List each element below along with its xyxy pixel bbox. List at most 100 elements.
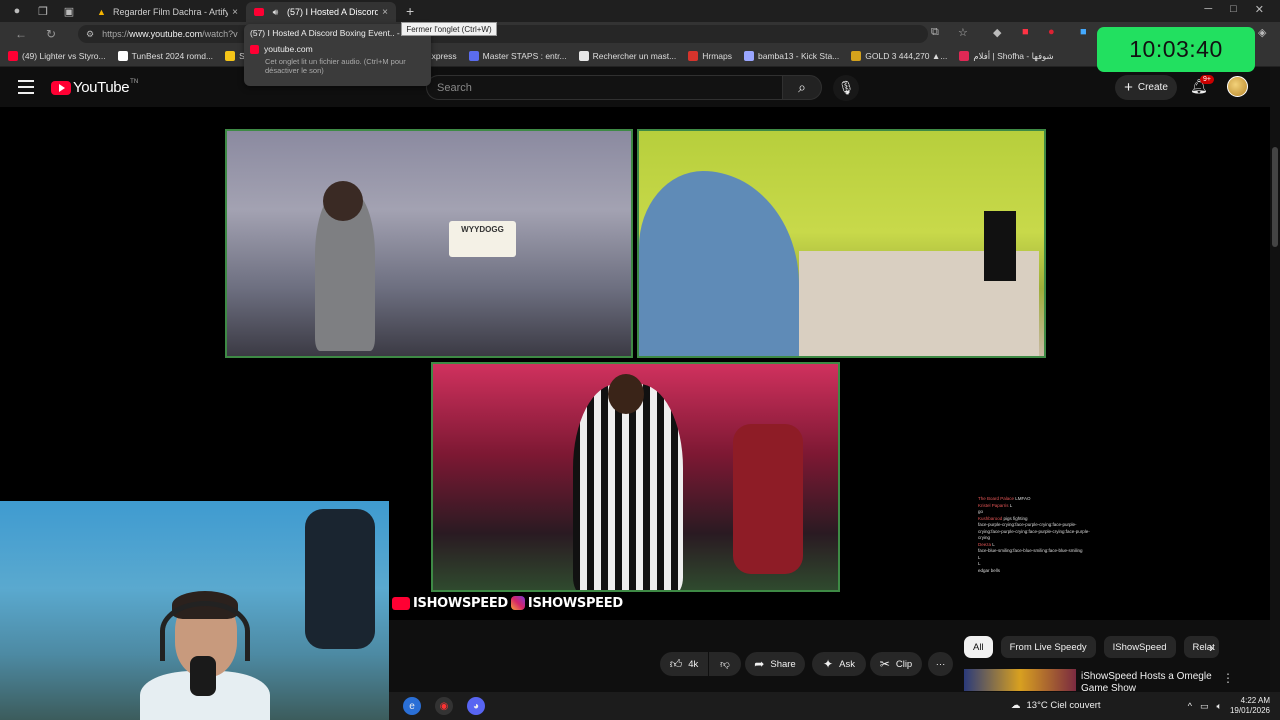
ask-pill[interactable]: ✦ Ask bbox=[812, 652, 866, 676]
edge-icon[interactable]: e bbox=[403, 697, 421, 715]
recommended-video[interactable]: iShowSpeed Hosts a Omegle Game Show ⋮ bbox=[964, 669, 1264, 694]
scrollbar-thumb[interactable] bbox=[1272, 147, 1278, 247]
extension-icon[interactable]: ■ bbox=[1080, 26, 1087, 38]
youtube-icon bbox=[392, 596, 410, 610]
chip-from-live-speedy[interactable]: From Live Speedy bbox=[1000, 636, 1096, 658]
reload-icon[interactable]: ↻ bbox=[42, 27, 60, 41]
tab-actions-icon[interactable]: ▣ bbox=[60, 3, 78, 19]
url-path: /watch?v bbox=[202, 29, 238, 39]
create-button[interactable]: + Create bbox=[1115, 75, 1177, 100]
extension-icon[interactable]: ■ bbox=[1022, 26, 1029, 38]
sparkle-icon: ✦ bbox=[823, 657, 834, 671]
workspaces-icon[interactable]: ❐ bbox=[34, 3, 52, 19]
close-tab-button[interactable]: × bbox=[232, 7, 238, 18]
monitor bbox=[984, 211, 1016, 281]
bookmark-label: Master STAPS : entr... bbox=[482, 51, 567, 61]
like-pill[interactable]: 👍︎ 4k bbox=[660, 652, 708, 676]
bookmark-item[interactable]: TunBest 2024 romd... bbox=[117, 51, 213, 61]
chevron-up-icon[interactable]: ^ bbox=[1188, 701, 1192, 711]
share-button[interactable]: ➦ Share bbox=[745, 652, 805, 676]
volume-icon[interactable]: 🔈︎ bbox=[1217, 701, 1222, 712]
copilot-icon[interactable]: ◈ bbox=[1258, 26, 1266, 39]
extension-icon[interactable]: ◆ bbox=[993, 26, 1001, 39]
clip-button[interactable]: ✂ Clip bbox=[870, 652, 922, 676]
extension-icon[interactable]: ● bbox=[1048, 26, 1055, 38]
create-label: Create bbox=[1137, 82, 1168, 93]
weather-text: 13°C Ciel couvert bbox=[1026, 700, 1101, 711]
bookmark-item[interactable]: Master STAPS : entr... bbox=[468, 51, 567, 61]
site-info-icon[interactable]: ⚙ bbox=[86, 29, 94, 40]
clip-label: Clip bbox=[895, 658, 913, 670]
maximize-button[interactable]: □ bbox=[1230, 3, 1237, 16]
discord-icon[interactable]: ◕ bbox=[467, 697, 485, 715]
chat-line: face-blue-smiling:face-blue-smiling:face… bbox=[978, 548, 1090, 555]
close-tab-button[interactable]: × bbox=[382, 7, 388, 18]
page-scrollbar[interactable] bbox=[1270, 67, 1280, 692]
obs-icon[interactable]: ◉ bbox=[435, 697, 453, 715]
more-pill[interactable]: ··· bbox=[928, 652, 953, 676]
chair bbox=[305, 509, 375, 649]
tab-title: (57) I Hosted A Discord Boxing Event.. bbox=[287, 7, 379, 17]
tab-title: Regarder Film Dachra - Artify bbox=[113, 7, 229, 17]
close-window-button[interactable]: ✕ bbox=[1255, 3, 1264, 16]
sign-text: WYYDOGG bbox=[461, 225, 504, 234]
bookmark-label: (49) Lighter vs Styro... bbox=[22, 51, 106, 61]
install-app-icon[interactable]: ⧉ bbox=[931, 26, 939, 39]
bookmark-star-icon[interactable]: ☆ bbox=[958, 26, 968, 39]
browser-tab-strip: ● ❐ ▣ ▲ Regarder Film Dachra - Artify × … bbox=[0, 0, 1280, 22]
chevron-right-icon[interactable]: › bbox=[1209, 639, 1214, 655]
more-options-icon[interactable]: ⋮ bbox=[1222, 671, 1234, 685]
bookmark-item[interactable]: Rechercher un mast... bbox=[578, 51, 676, 61]
minimize-button[interactable]: ─ bbox=[1204, 3, 1212, 16]
search-button[interactable]: ⌕ bbox=[782, 75, 822, 100]
chip-ishowspeed[interactable]: IShowSpeed bbox=[1103, 636, 1176, 658]
search-input[interactable]: Search bbox=[426, 75, 782, 100]
bookmark-label: Hrmaps bbox=[702, 51, 732, 61]
share-pill[interactable]: ➦ Share bbox=[745, 652, 805, 676]
menu-icon[interactable] bbox=[18, 80, 34, 94]
bookmark-item[interactable]: GOLD 3 444,270 ▲... bbox=[851, 51, 947, 61]
thumbs-up-icon: 👍︎ bbox=[669, 656, 683, 671]
chat-line: edgar bells bbox=[978, 568, 1090, 575]
like-button[interactable]: 👍︎ 4k 👎︎ bbox=[660, 652, 741, 676]
ask-button[interactable]: ✦ Ask bbox=[812, 652, 866, 676]
scissors-icon: ✂ bbox=[879, 657, 890, 671]
bookmark-item[interactable]: (49) Lighter vs Styro... bbox=[8, 51, 106, 61]
bookmark-favicon bbox=[688, 51, 699, 61]
new-tab-button[interactable]: + bbox=[406, 3, 414, 19]
chat-message: LMFAO bbox=[1015, 496, 1031, 501]
taskbar-time: 4:22 AM bbox=[1240, 696, 1270, 705]
chat-user: Kristel Paparris bbox=[978, 502, 1009, 508]
notification-badge: 9+ bbox=[1200, 75, 1214, 84]
bookmark-item[interactable]: Hrmaps bbox=[688, 51, 732, 61]
youtube-wordmark: YouTube bbox=[73, 79, 130, 96]
clip-pill[interactable]: ✂ Clip bbox=[870, 652, 922, 676]
youtube-logo[interactable]: YouTube TN bbox=[51, 79, 138, 96]
bookmark-label: bamba13 - Kick Sta... bbox=[758, 51, 840, 61]
tab-artify[interactable]: ▲ Regarder Film Dachra - Artify × bbox=[88, 2, 246, 22]
tab-youtube[interactable]: 🔊︎ (57) I Hosted A Discord Boxing Event.… bbox=[246, 2, 396, 22]
youtube-icon bbox=[254, 8, 264, 16]
bookmarks-bar: (49) Lighter vs Styro... TunBest 2024 ro… bbox=[0, 46, 1280, 67]
profile-icon[interactable]: ● bbox=[8, 3, 26, 19]
taskbar-clock[interactable]: 4:22 AM 19/01/2026 bbox=[1230, 696, 1270, 716]
bookmark-item[interactable]: bamba13 - Kick Sta... bbox=[744, 51, 839, 61]
avatar[interactable] bbox=[1227, 76, 1248, 97]
back-icon[interactable]: ← bbox=[12, 27, 30, 41]
bookmark-item[interactable]: أفلام | Shofha - شوفها bbox=[959, 51, 1054, 62]
chat-line: face-purple-crying:face-purple-crying:fa… bbox=[978, 522, 1090, 542]
bookmark-favicon bbox=[578, 51, 589, 61]
dislike-button[interactable]: 👎︎ bbox=[709, 652, 741, 676]
chat-message: L bbox=[978, 561, 981, 566]
video-thumbnail[interactable] bbox=[964, 669, 1076, 691]
more-actions-button[interactable]: ··· bbox=[928, 652, 953, 676]
network-icon[interactable]: ▭ bbox=[1200, 701, 1209, 712]
address-bar-row: ← ↻ ⚙ https://www.youtube.com/watch?v ⧉ … bbox=[0, 22, 1280, 46]
search-icon: ⌕ bbox=[798, 79, 806, 95]
weather-widget[interactable]: ☁ 13°C Ciel couvert bbox=[1011, 700, 1101, 711]
chip-all[interactable]: All bbox=[964, 636, 993, 658]
url-field[interactable]: ⚙ https://www.youtube.com/watch?v bbox=[78, 25, 928, 43]
speaker-icon[interactable]: 🔊︎ bbox=[270, 7, 281, 18]
ask-label: Ask bbox=[839, 658, 855, 670]
voice-search-button[interactable]: 🎙︎ bbox=[833, 75, 859, 101]
